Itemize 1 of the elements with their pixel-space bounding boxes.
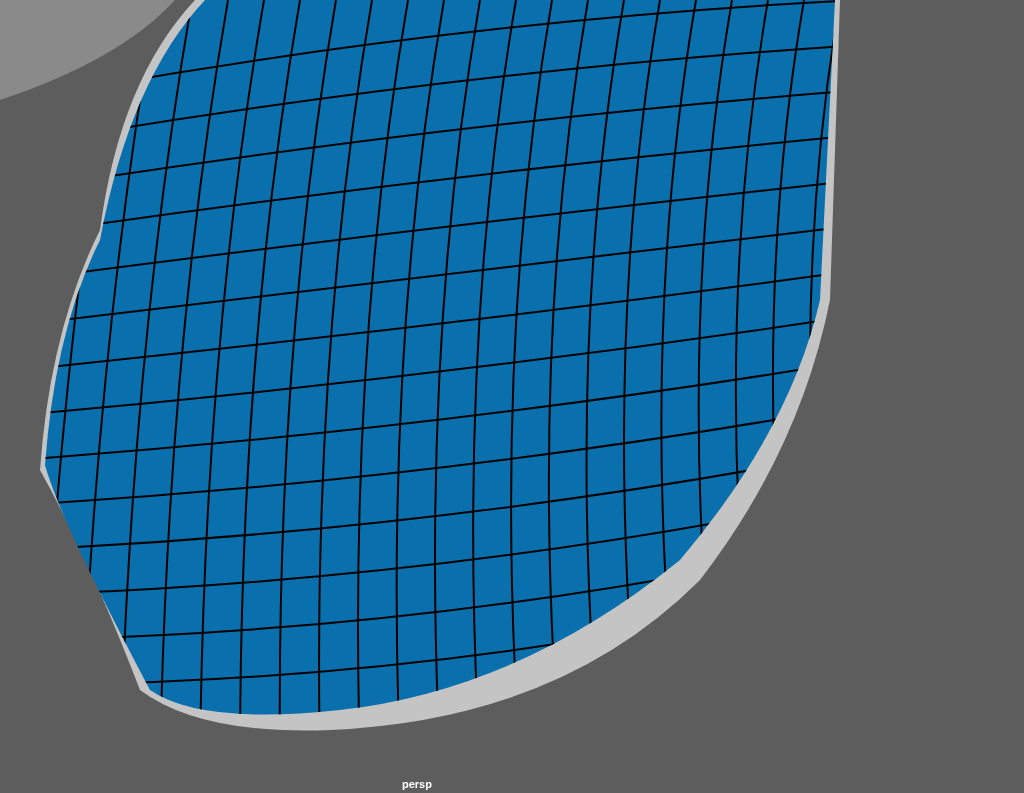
camera-label: persp — [402, 779, 432, 790]
